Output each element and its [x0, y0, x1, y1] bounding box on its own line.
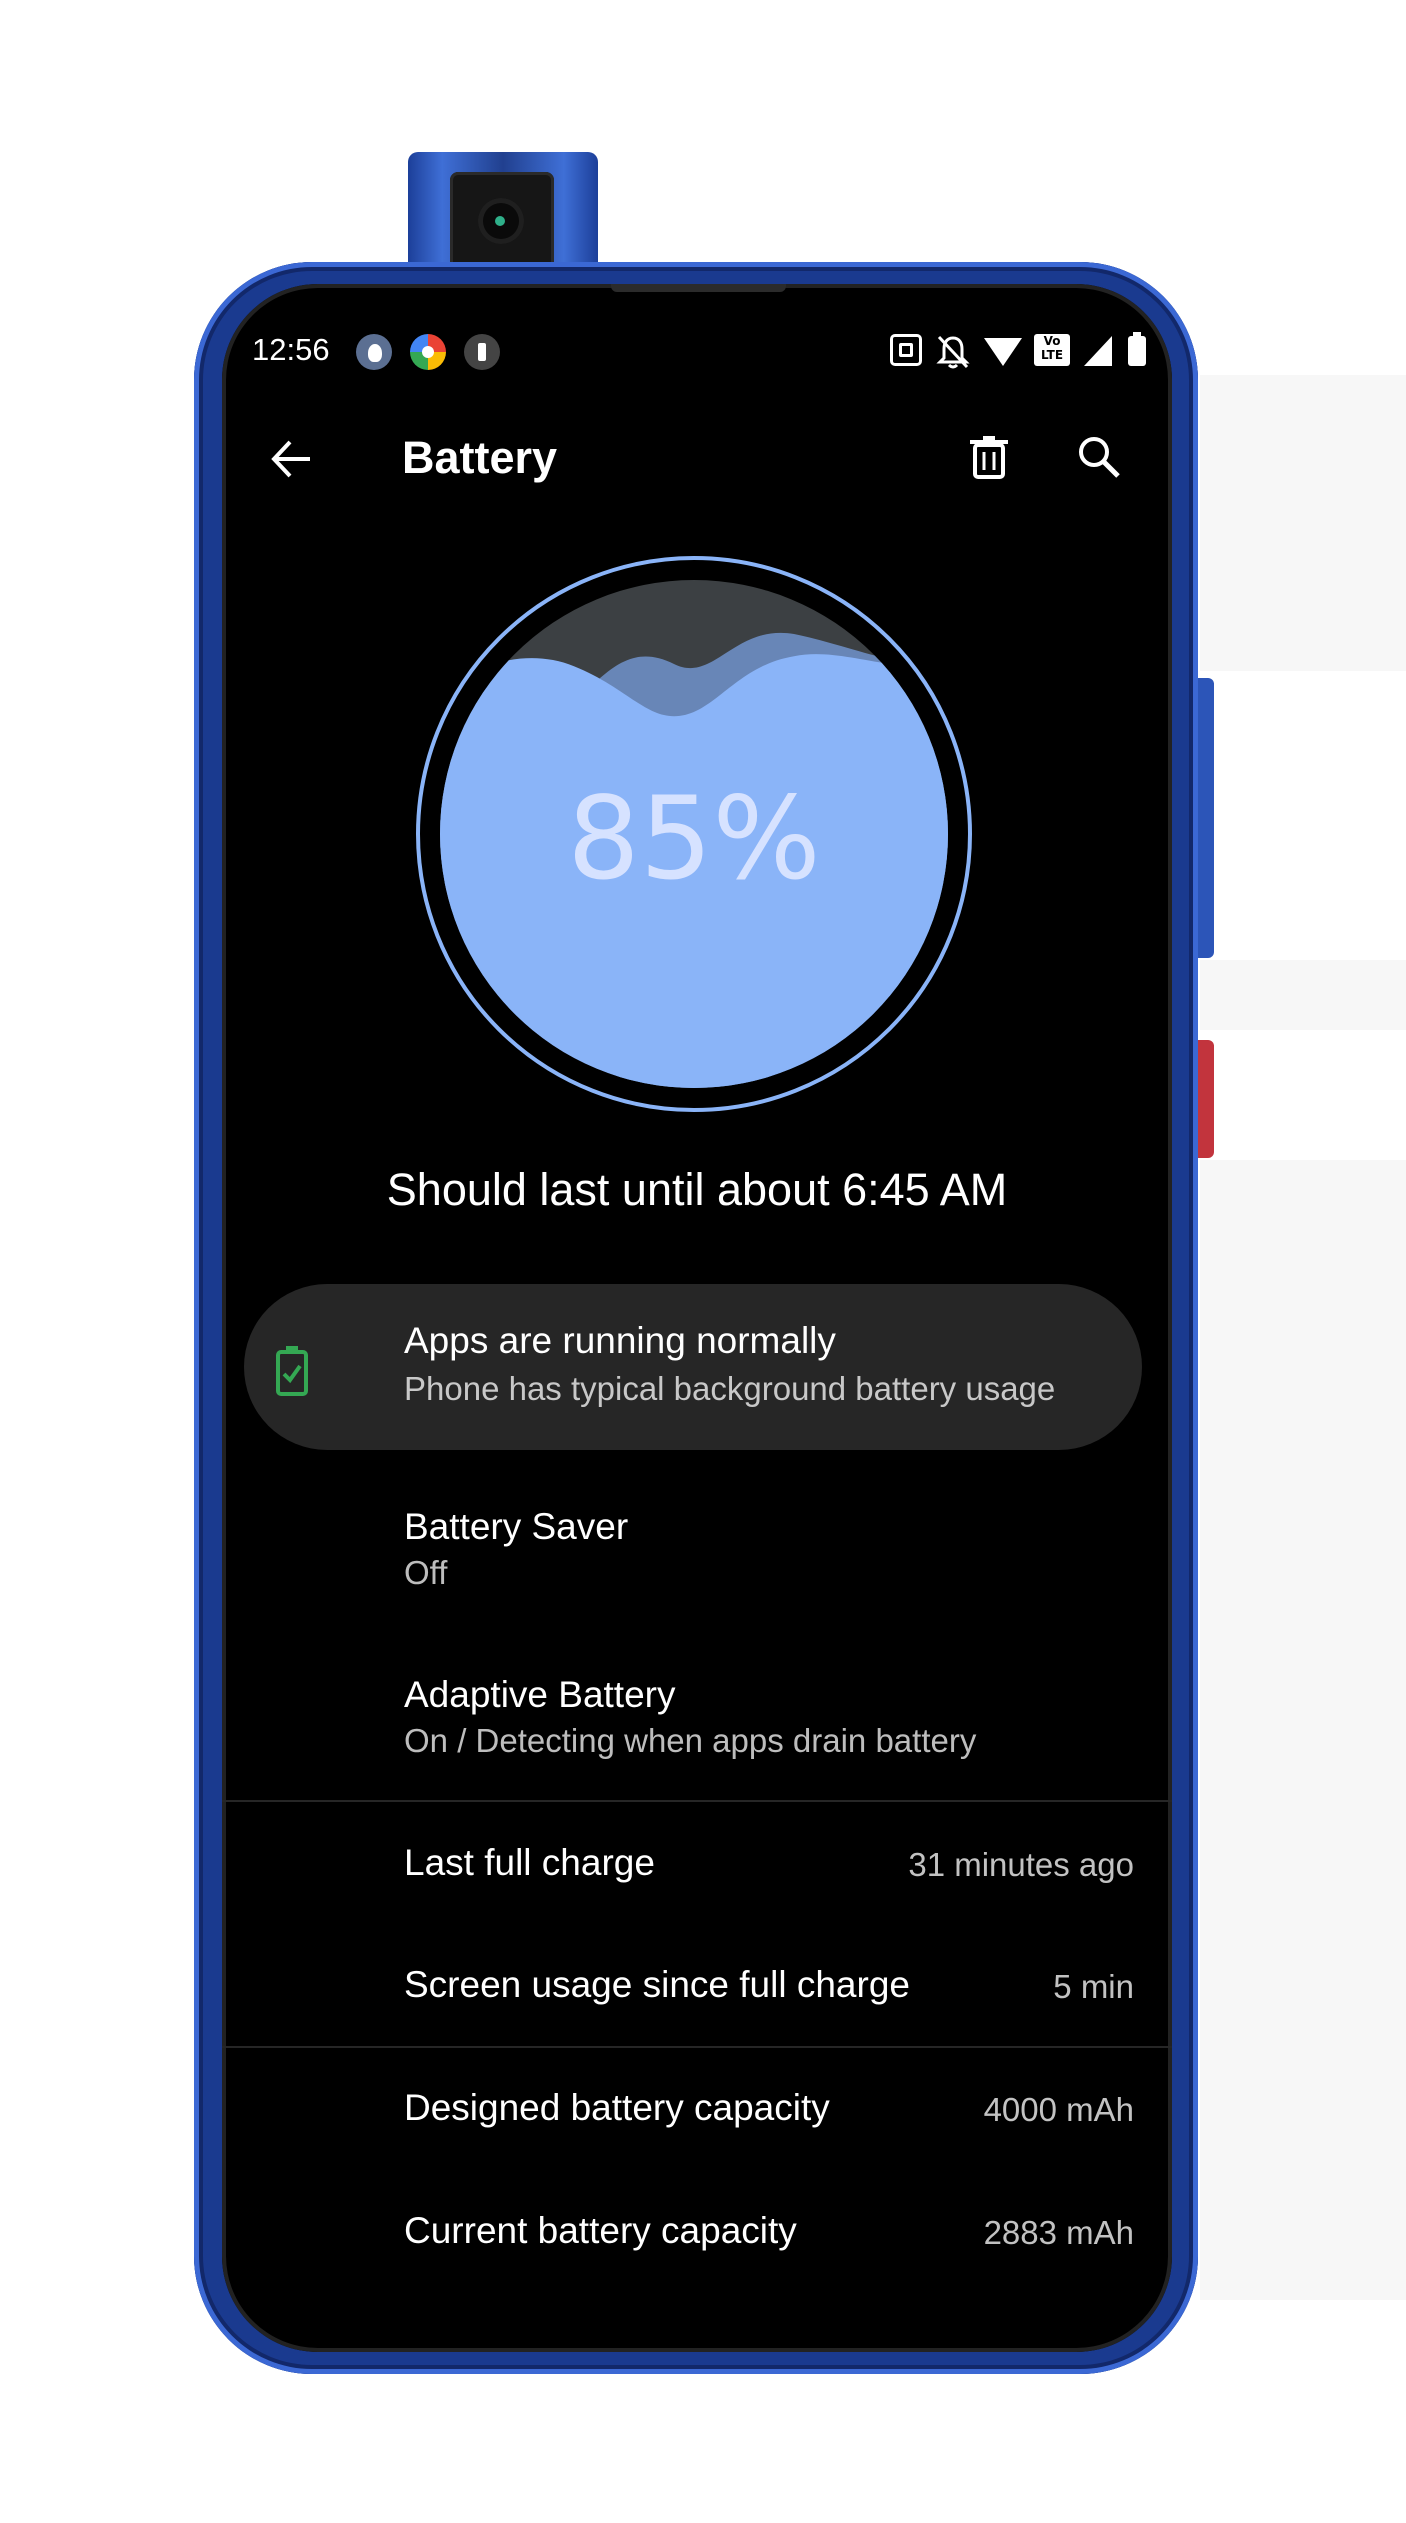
stat-label: Current battery capacity	[404, 2210, 797, 2251]
wifi-icon	[984, 338, 1022, 366]
search-button[interactable]	[1070, 428, 1128, 486]
stat-value: 31 minutes ago	[908, 1846, 1134, 1883]
divider	[222, 1800, 1172, 1802]
cell-signal-icon	[1084, 336, 1112, 366]
stat-label: Designed battery capacity	[404, 2087, 830, 2128]
trash-icon	[970, 436, 1008, 479]
status-bar: 12:56 Vo LTE	[222, 324, 1172, 380]
adaptive-battery-status: On / Detecting when apps drain battery	[404, 1722, 977, 1759]
battery-percent: 85%	[567, 772, 821, 905]
power-button	[1198, 1040, 1214, 1158]
background-panel	[1200, 1160, 1406, 2300]
stat-value: 2883 mAh	[983, 2214, 1134, 2251]
back-button[interactable]	[262, 430, 320, 488]
battery-saver-title: Battery Saver	[404, 1506, 629, 1547]
camera-lens-icon	[478, 198, 524, 244]
battery-estimate: Should last until about 6:45 AM	[386, 1164, 1008, 1215]
battery-gauge: 85%	[414, 554, 974, 1114]
battery-icon	[1128, 332, 1146, 366]
delete-button[interactable]	[960, 428, 1018, 486]
popup-camera	[408, 152, 598, 280]
background-panel	[1200, 375, 1406, 671]
arrow-left-icon	[271, 440, 310, 478]
status-card-subtitle: Phone has typical background battery usa…	[404, 1370, 1056, 1407]
background-panel	[1200, 960, 1406, 1030]
battery-status-card[interactable]: Apps are running normally Phone has typi…	[244, 1284, 1142, 1450]
earpiece	[611, 284, 786, 292]
nfc-icon	[890, 334, 922, 366]
divider	[222, 2046, 1172, 2048]
stat-label: Screen usage since full charge	[404, 1964, 910, 2005]
status-time: 12:56	[252, 332, 330, 367]
stat-value: 4000 mAh	[983, 2091, 1134, 2128]
bell-off-icon	[936, 334, 970, 370]
battery-check-icon	[276, 1346, 308, 1396]
app-icon	[464, 334, 500, 370]
adaptive-battery-title: Adaptive Battery	[404, 1674, 676, 1715]
status-card-title: Apps are running normally	[404, 1320, 836, 1361]
page-title: Battery	[402, 432, 558, 483]
battery-saver-status: Off	[404, 1554, 448, 1591]
search-icon	[1079, 437, 1120, 478]
app-toolbar: Battery	[222, 414, 1172, 504]
avatar-icon	[356, 334, 392, 370]
phone-screen: 12:56 Vo LTE Battery 85% Should last unt…	[222, 284, 1172, 2352]
camera-window	[450, 172, 554, 270]
volume-button	[1198, 678, 1214, 958]
stat-value: 5 min	[1053, 1968, 1134, 2005]
photos-pinwheel-icon	[410, 334, 446, 370]
volte-icon: Vo LTE	[1034, 334, 1070, 366]
stat-label: Last full charge	[404, 1842, 655, 1883]
